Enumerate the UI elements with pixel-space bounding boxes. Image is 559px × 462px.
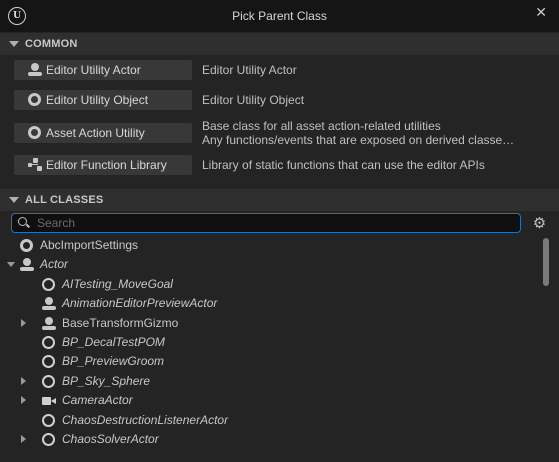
class-name-label: BP_PreviewGroom	[62, 354, 165, 369]
ring-icon	[42, 277, 56, 292]
editor-function-library-description: Library of static functions that can use…	[202, 158, 485, 172]
class-name-label: CameraActor	[62, 393, 133, 408]
class-name-label: AbcImportSettings	[40, 238, 139, 252]
asset-action-utility-button[interactable]: Asset Action Utility	[14, 123, 192, 143]
class-name-label: AITesting_MoveGoal	[62, 276, 173, 291]
expand-right-arrow-icon[interactable]	[21, 396, 26, 405]
all-classes-section-header[interactable]: ALL CLASSES	[0, 189, 559, 211]
class-tree-row[interactable]: BaseTransformGizmo	[0, 314, 540, 333]
actor-icon	[20, 258, 34, 272]
ring-icon	[42, 336, 56, 350]
expand-right-arrow-icon[interactable]	[21, 318, 26, 327]
class-tree-row[interactable]: BP_DecalTestPOM	[0, 333, 540, 352]
editor-utility-actor-button[interactable]: Editor Utility Actor	[14, 60, 192, 80]
editor-utility-actor-description: Editor Utility Actor	[202, 63, 297, 77]
class-tree: AbcImportSettings Actor AITesting_MoveGoal…	[0, 236, 540, 462]
class-name-label: BP_Sky_Sphere	[62, 373, 151, 388]
class-tree-row[interactable]: AITesting_MoveGoal	[0, 275, 540, 294]
expand-right-arrow-icon[interactable]	[21, 435, 26, 443]
close-icon[interactable]: ✕	[535, 5, 547, 21]
object-icon	[20, 239, 34, 253]
class-tree-row[interactable]: AnimationEditorPreviewActor	[0, 294, 540, 313]
actor-icon	[42, 297, 56, 311]
editor-utility-object-button[interactable]: Editor Utility Object	[14, 90, 192, 110]
window-title: Pick Parent Class	[232, 9, 327, 23]
object-icon	[28, 93, 41, 106]
list-fade	[0, 446, 559, 462]
ring-icon	[42, 355, 56, 369]
expand-right-arrow-icon[interactable]	[21, 376, 26, 385]
class-name-label: AnimationEditorPreviewActor	[62, 296, 218, 311]
ring-icon	[42, 433, 56, 447]
common-section-header[interactable]: COMMON	[0, 33, 559, 55]
class-name-label: ChaosDestructionListenerActor	[62, 412, 229, 427]
asset-action-utility-description-line-2: Any functions/events that are exposed on…	[202, 133, 515, 147]
settings-gear-icon[interactable]: ⚙	[532, 216, 547, 231]
class-name-label: BaseTransformGizmo	[62, 315, 179, 330]
class-tree-row[interactable]: AbcImportSettings	[0, 236, 540, 255]
editor-utility-object-description: Editor Utility Object	[202, 93, 305, 107]
class-tree-row[interactable]: CameraActor	[0, 391, 540, 410]
class-tree-row[interactable]: Actor	[0, 255, 540, 274]
collapse-arrow-icon[interactable]	[9, 197, 19, 203]
actor-icon	[28, 63, 42, 77]
camera-icon	[42, 394, 56, 408]
object-icon	[28, 126, 41, 139]
ring-icon	[42, 413, 56, 428]
all-classes-section-label: ALL CLASSES	[25, 194, 104, 206]
class-tree-row[interactable]: BP_PreviewGroom	[0, 352, 540, 371]
asset-action-utility-description-line-1: Base class for all asset action-related …	[202, 119, 441, 133]
actor-icon	[42, 316, 56, 331]
window-titlebar: U Pick Parent Class ✕	[0, 0, 559, 32]
class-search-input[interactable]	[37, 216, 507, 230]
editor-function-library-button[interactable]: Editor Function Library	[14, 155, 192, 175]
common-section-label: COMMON	[25, 38, 78, 50]
class-name-label: BP_DecalTestPOM	[62, 335, 165, 349]
scrollbar-thumb[interactable]	[543, 238, 549, 286]
expand-down-arrow-icon[interactable]	[7, 262, 15, 268]
class-tree-row[interactable]: BP_Sky_Sphere	[0, 372, 540, 391]
collapse-arrow-icon[interactable]	[9, 41, 19, 47]
search-icon	[18, 217, 30, 229]
class-tree-scrollbar[interactable]	[543, 238, 549, 462]
ring-icon	[42, 374, 56, 389]
class-name-label: Actor	[40, 257, 69, 272]
class-name-label: ChaosSolverActor	[62, 432, 159, 446]
class-search-box[interactable]	[11, 213, 521, 233]
function-library-icon	[28, 158, 42, 172]
class-tree-row[interactable]: ChaosDestructionListenerActor	[0, 411, 540, 430]
